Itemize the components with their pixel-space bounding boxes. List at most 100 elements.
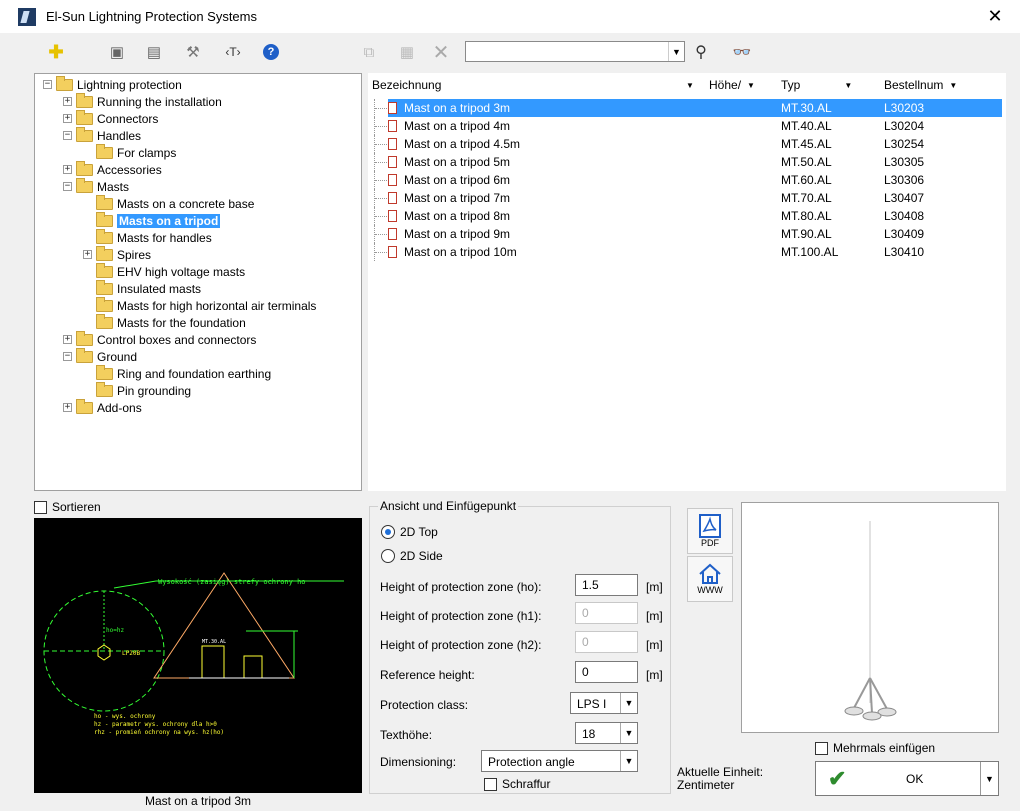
- tree-node[interactable]: − Ground: [63, 347, 137, 365]
- mehrmals-checkbox[interactable]: Mehrmals einfügen: [815, 741, 935, 755]
- protection-class-select[interactable]: LPS I ▼: [570, 692, 638, 714]
- text-tool-icon[interactable]: ‹T›: [222, 41, 244, 63]
- column-header-bezeichnung[interactable]: Bezeichnung: [372, 73, 441, 97]
- cad-zone-title: Wysokość (zasięg) strefy ochrony ho: [158, 578, 306, 586]
- list-row[interactable]: Mast on a tripod 5m MT.50.AL L30305: [368, 153, 1006, 171]
- tree-connector: [374, 225, 387, 243]
- tree-node[interactable]: Ring and foundation earthing: [96, 364, 272, 382]
- category-tree[interactable]: − Lightning protection + Running the instal…: [34, 73, 362, 491]
- folder-icon: [96, 381, 113, 397]
- ok-button[interactable]: ✔ OK ▼: [815, 761, 999, 796]
- tree-node[interactable]: + Add-ons: [63, 398, 142, 416]
- tree-node-label: Masts on a concrete base: [117, 196, 255, 211]
- list-row[interactable]: Mast on a tripod 7m MT.70.AL L30407: [368, 189, 1006, 207]
- tree-node[interactable]: Masts on a tripod: [96, 211, 221, 229]
- tree-node[interactable]: EHV high voltage masts: [96, 262, 245, 280]
- input-h2[interactable]: 0: [575, 631, 638, 653]
- tree-node[interactable]: Pin grounding: [96, 381, 191, 399]
- cell-bestellnummer: L30305: [884, 155, 925, 169]
- input-ho[interactable]: 1.5: [575, 574, 638, 596]
- collapse-icon[interactable]: −: [63, 352, 72, 361]
- sort-checkbox[interactable]: Sortieren: [34, 500, 101, 514]
- tree-node[interactable]: − Lightning protection: [43, 75, 182, 93]
- expand-icon[interactable]: +: [63, 114, 72, 123]
- www-button[interactable]: WWW: [687, 556, 733, 602]
- collapse-icon[interactable]: −: [63, 131, 72, 140]
- tree-node-label: Masts for the foundation: [117, 315, 246, 330]
- tree-node[interactable]: + Control boxes and connectors: [63, 330, 256, 348]
- tree-node-label: Ring and foundation earthing: [117, 366, 272, 381]
- expand-icon[interactable]: +: [63, 335, 72, 344]
- tree-node[interactable]: + Accessories: [63, 160, 162, 178]
- folder-icon: [96, 279, 113, 295]
- delete-icon[interactable]: ✕: [430, 41, 452, 64]
- tree-node[interactable]: + Connectors: [63, 109, 158, 127]
- document-icon: [388, 246, 397, 258]
- tree-node[interactable]: Masts for handles: [96, 228, 212, 246]
- cad-code-label: LP20B: [122, 650, 140, 657]
- tree-node[interactable]: + Running the installation: [63, 92, 222, 110]
- input-h1[interactable]: 0: [575, 602, 638, 624]
- tools-icon[interactable]: ⚒: [182, 41, 204, 63]
- cell-bezeichnung: Mast on a tripod 8m: [404, 209, 511, 223]
- chevron-down-icon[interactable]: ▼: [620, 723, 637, 743]
- unit-reference-height: [m]: [646, 668, 663, 682]
- column-header-hoehe[interactable]: Höhe/▼: [709, 73, 755, 97]
- label-dimensioning: Dimensioning:: [380, 755, 457, 769]
- column-filter-bezeichnung[interactable]: ▼: [680, 73, 694, 97]
- list-row[interactable]: Mast on a tripod 6m MT.60.AL L30306: [368, 171, 1006, 189]
- tree-node[interactable]: Masts on a concrete base: [96, 194, 255, 212]
- list-row[interactable]: Mast on a tripod 9m MT.90.AL L30409: [368, 225, 1006, 243]
- tree-node[interactable]: For clamps: [96, 143, 176, 161]
- tree-node[interactable]: + Spires: [83, 245, 151, 263]
- tree-node[interactable]: Masts for high horizontal air terminals: [96, 296, 316, 314]
- radio-2d-top[interactable]: 2D Top: [381, 525, 438, 539]
- close-icon[interactable]: ✕: [984, 6, 1006, 27]
- input-reference-height[interactable]: 0: [575, 661, 638, 683]
- search-icon[interactable]: ⚲: [690, 41, 712, 63]
- expand-icon[interactable]: +: [63, 97, 72, 106]
- cell-bezeichnung: Mast on a tripod 9m: [404, 227, 511, 241]
- chevron-down-icon[interactable]: ▼: [620, 693, 637, 713]
- list-icon[interactable]: ▤: [143, 41, 165, 63]
- radio-2d-side[interactable]: 2D Side: [381, 549, 443, 563]
- tree-node[interactable]: − Masts: [63, 177, 129, 195]
- expand-icon[interactable]: +: [83, 250, 92, 259]
- texthoehe-select[interactable]: 18 ▼: [575, 722, 638, 744]
- tree-node[interactable]: − Handles: [63, 126, 141, 144]
- schraffur-checkbox[interactable]: Schraffur: [484, 777, 550, 791]
- list-row[interactable]: Mast on a tripod 4.5m MT.45.AL L30254: [368, 135, 1006, 153]
- list-row[interactable]: Mast on a tripod 4m MT.40.AL L30204: [368, 117, 1006, 135]
- expand-icon[interactable]: +: [63, 165, 72, 174]
- tree-node-label: Masts for handles: [117, 230, 212, 245]
- product-list[interactable]: Bezeichnung ▼ Höhe/▼ Typ ▼ Bestellnum ▼ Ma…: [368, 73, 1006, 491]
- cell-bezeichnung: Mast on a tripod 6m: [404, 173, 511, 187]
- collapse-icon[interactable]: −: [43, 80, 52, 89]
- column-header-typ[interactable]: Typ ▼: [781, 73, 852, 97]
- chevron-down-icon[interactable]: ▼: [668, 42, 684, 61]
- list-row[interactable]: Mast on a tripod 3m MT.30.AL L30203: [368, 99, 1006, 117]
- app-icon: [18, 7, 36, 26]
- tree-node[interactable]: Masts for the foundation: [96, 313, 246, 331]
- chevron-down-icon[interactable]: ▼: [620, 751, 637, 771]
- expand-icon[interactable]: +: [63, 403, 72, 412]
- list-row[interactable]: Mast on a tripod 10m MT.100.AL L30410: [368, 243, 1006, 261]
- folder-icon: [96, 364, 113, 380]
- search-combo[interactable]: ▼: [465, 41, 685, 62]
- list-row[interactable]: Mast on a tripod 8m MT.80.AL L30408: [368, 207, 1006, 225]
- collapse-icon[interactable]: −: [63, 182, 72, 191]
- column-header-bestellnummer[interactable]: Bestellnum ▼: [884, 73, 957, 97]
- folder-icon: [96, 245, 113, 261]
- help-icon[interactable]: ?: [260, 41, 282, 63]
- add-folder-icon[interactable]: ✚: [45, 41, 67, 63]
- find-binoculars-icon[interactable]: 👓: [731, 41, 753, 63]
- properties-icon[interactable]: ▣: [106, 41, 128, 63]
- ok-dropdown-arrow[interactable]: ▼: [980, 762, 998, 795]
- tree-node[interactable]: Insulated masts: [96, 279, 201, 297]
- dimensioning-select[interactable]: Protection angle ▼: [481, 750, 638, 772]
- tree-connector: [374, 135, 387, 153]
- checkmark-icon: ✔: [828, 766, 847, 791]
- paste-icon[interactable]: ▦: [396, 41, 418, 63]
- pdf-button[interactable]: PDF: [687, 508, 733, 554]
- copy-icon[interactable]: ⧉: [358, 41, 380, 63]
